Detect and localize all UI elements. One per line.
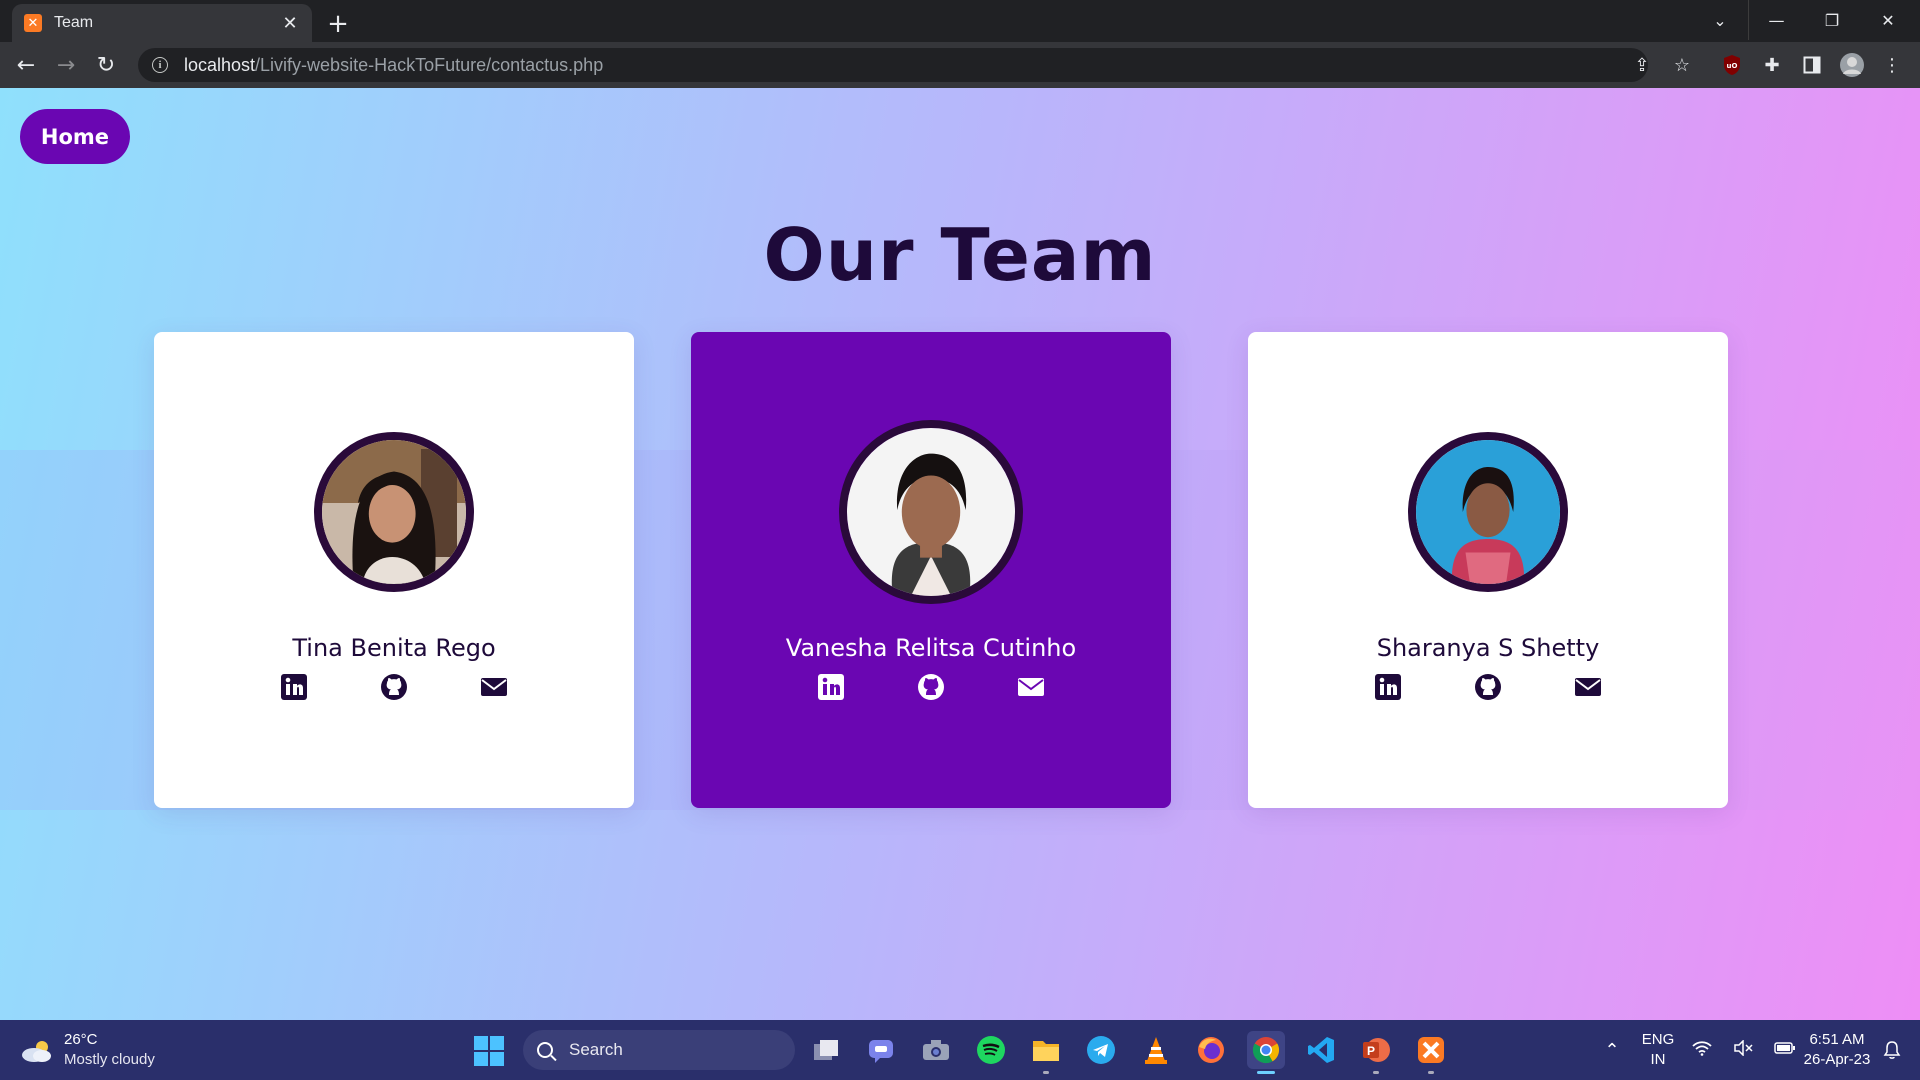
member-1-name: Tina Benita Rego [292, 634, 496, 662]
address-bar[interactable]: i localhost/Livify-website-HackToFuture/… [138, 48, 1648, 82]
volume-muted-icon [1733, 1038, 1753, 1061]
show-hidden-icons-chevron-icon[interactable]: ⌃ [1600, 1020, 1624, 1080]
page-title: Our Team [763, 213, 1157, 297]
member-2-socials [691, 672, 1171, 702]
page-viewport: Home Our Team Tina Benita Rego Vanesha R… [0, 88, 1920, 1020]
browser-toolbar: ← → ↻ i localhost/Livify-website-HackToF… [0, 42, 1920, 88]
xampp-favicon-icon: ✕ [24, 14, 42, 32]
spotify-icon[interactable] [972, 1031, 1010, 1069]
task-view-icon[interactable] [807, 1031, 845, 1069]
clock[interactable]: 6:51 AM 26-Apr-23 [1792, 1020, 1882, 1080]
weather-temperature: 26°C [64, 1031, 98, 1048]
telegram-icon[interactable] [1082, 1031, 1120, 1069]
site-info-icon[interactable]: i [152, 57, 168, 73]
side-panel-icon[interactable] [1798, 51, 1826, 79]
mail-icon[interactable] [1016, 672, 1046, 702]
search-icon [537, 1042, 553, 1058]
chrome-menu-icon[interactable]: ⋮ [1878, 51, 1906, 79]
reload-icon[interactable]: ↻ [90, 49, 122, 81]
windows-start-icon[interactable] [474, 1036, 504, 1066]
url-host: localhost [184, 54, 256, 75]
browser-tab-strip: ✕ Team ✕ + ⌄ — ❐ ✕ [0, 0, 1920, 42]
weather-condition: Mostly cloudy [64, 1051, 155, 1068]
wifi-icon [1692, 1040, 1712, 1061]
ublock-extension-icon[interactable]: uO [1718, 51, 1746, 79]
member-3-socials [1248, 672, 1728, 702]
home-button[interactable]: Home [20, 109, 130, 164]
vscode-icon[interactable] [1302, 1031, 1340, 1069]
extensions-puzzle-icon[interactable]: ✚ [1758, 51, 1786, 79]
window-close-button[interactable]: ✕ [1860, 0, 1916, 40]
taskbar-search-box[interactable]: Search [523, 1030, 795, 1070]
url-text[interactable]: localhost/Livify-website-HackToFuture/co… [184, 55, 603, 76]
tab-search-chevron-icon[interactable]: ⌄ [1692, 0, 1748, 40]
tab-title: Team [54, 14, 94, 31]
bookmark-star-icon[interactable]: ☆ [1668, 51, 1696, 79]
member-1-socials [154, 672, 634, 702]
file-explorer-icon[interactable] [1027, 1031, 1065, 1074]
team-card-1: Tina Benita Rego [154, 332, 634, 808]
profile-avatar-icon[interactable] [1838, 51, 1866, 79]
member-3-avatar [1408, 432, 1568, 592]
system-tray-icons[interactable] [1692, 1020, 1796, 1080]
notifications-bell-icon[interactable] [1874, 1020, 1910, 1080]
tab-close-icon[interactable]: ✕ [280, 13, 300, 34]
camera-icon[interactable] [917, 1031, 955, 1069]
forward-arrow-icon[interactable]: → [50, 49, 82, 81]
browser-tab[interactable]: ✕ Team ✕ [12, 4, 312, 42]
svg-text:P: P [1367, 1044, 1375, 1058]
back-arrow-icon[interactable]: ← [10, 49, 42, 81]
clock-time: 6:51 AM [1809, 1031, 1865, 1048]
cloudy-weather-icon [20, 1039, 54, 1062]
new-tab-button[interactable]: + [322, 8, 354, 40]
clock-date: 26-Apr-23 [1803, 1051, 1871, 1068]
xampp-icon[interactable] [1412, 1031, 1450, 1074]
chrome-icon[interactable] [1247, 1031, 1285, 1074]
mail-icon[interactable] [479, 672, 509, 702]
language-indicator[interactable]: ENG IN [1640, 1020, 1676, 1080]
language-code: ENG [1641, 1031, 1675, 1048]
taskbar: 26°C Mostly cloudy Search P ⌃ ENG IN 6:5… [0, 1020, 1920, 1080]
linkedin-icon[interactable] [816, 672, 846, 702]
active-indicator [1257, 1071, 1275, 1074]
vlc-icon[interactable] [1137, 1031, 1175, 1069]
svg-text:uO: uO [1727, 62, 1738, 70]
running-indicator [1428, 1071, 1434, 1074]
url-path: /Livify-website-HackToFuture/contactus.p… [255, 54, 604, 75]
member-2-name: Vanesha Relitsa Cutinho [785, 634, 1077, 662]
powerpoint-icon[interactable]: P [1357, 1031, 1395, 1074]
linkedin-icon[interactable] [1373, 672, 1403, 702]
share-icon[interactable]: ⇪ [1628, 51, 1656, 79]
member-2-avatar [839, 420, 1023, 604]
language-region: IN [1650, 1051, 1666, 1068]
member-1-avatar [314, 432, 474, 592]
firefox-icon[interactable] [1192, 1031, 1230, 1069]
taskbar-search-label: Search [569, 1040, 623, 1059]
linkedin-icon[interactable] [279, 672, 309, 702]
github-icon[interactable] [1473, 672, 1503, 702]
weather-widget[interactable]: 26°C Mostly cloudy [20, 1030, 155, 1070]
teams-chat-icon[interactable] [862, 1031, 900, 1069]
github-icon[interactable] [379, 672, 409, 702]
mail-icon[interactable] [1573, 672, 1603, 702]
restore-button[interactable]: ❐ [1804, 0, 1860, 40]
running-indicator [1043, 1071, 1049, 1074]
running-indicator [1373, 1071, 1379, 1074]
team-card-2: Vanesha Relitsa Cutinho [691, 332, 1171, 808]
github-icon[interactable] [916, 672, 946, 702]
member-3-name: Sharanya S Shetty [1376, 634, 1600, 662]
team-card-3: Sharanya S Shetty [1248, 332, 1728, 808]
minimize-button[interactable]: — [1748, 0, 1804, 40]
